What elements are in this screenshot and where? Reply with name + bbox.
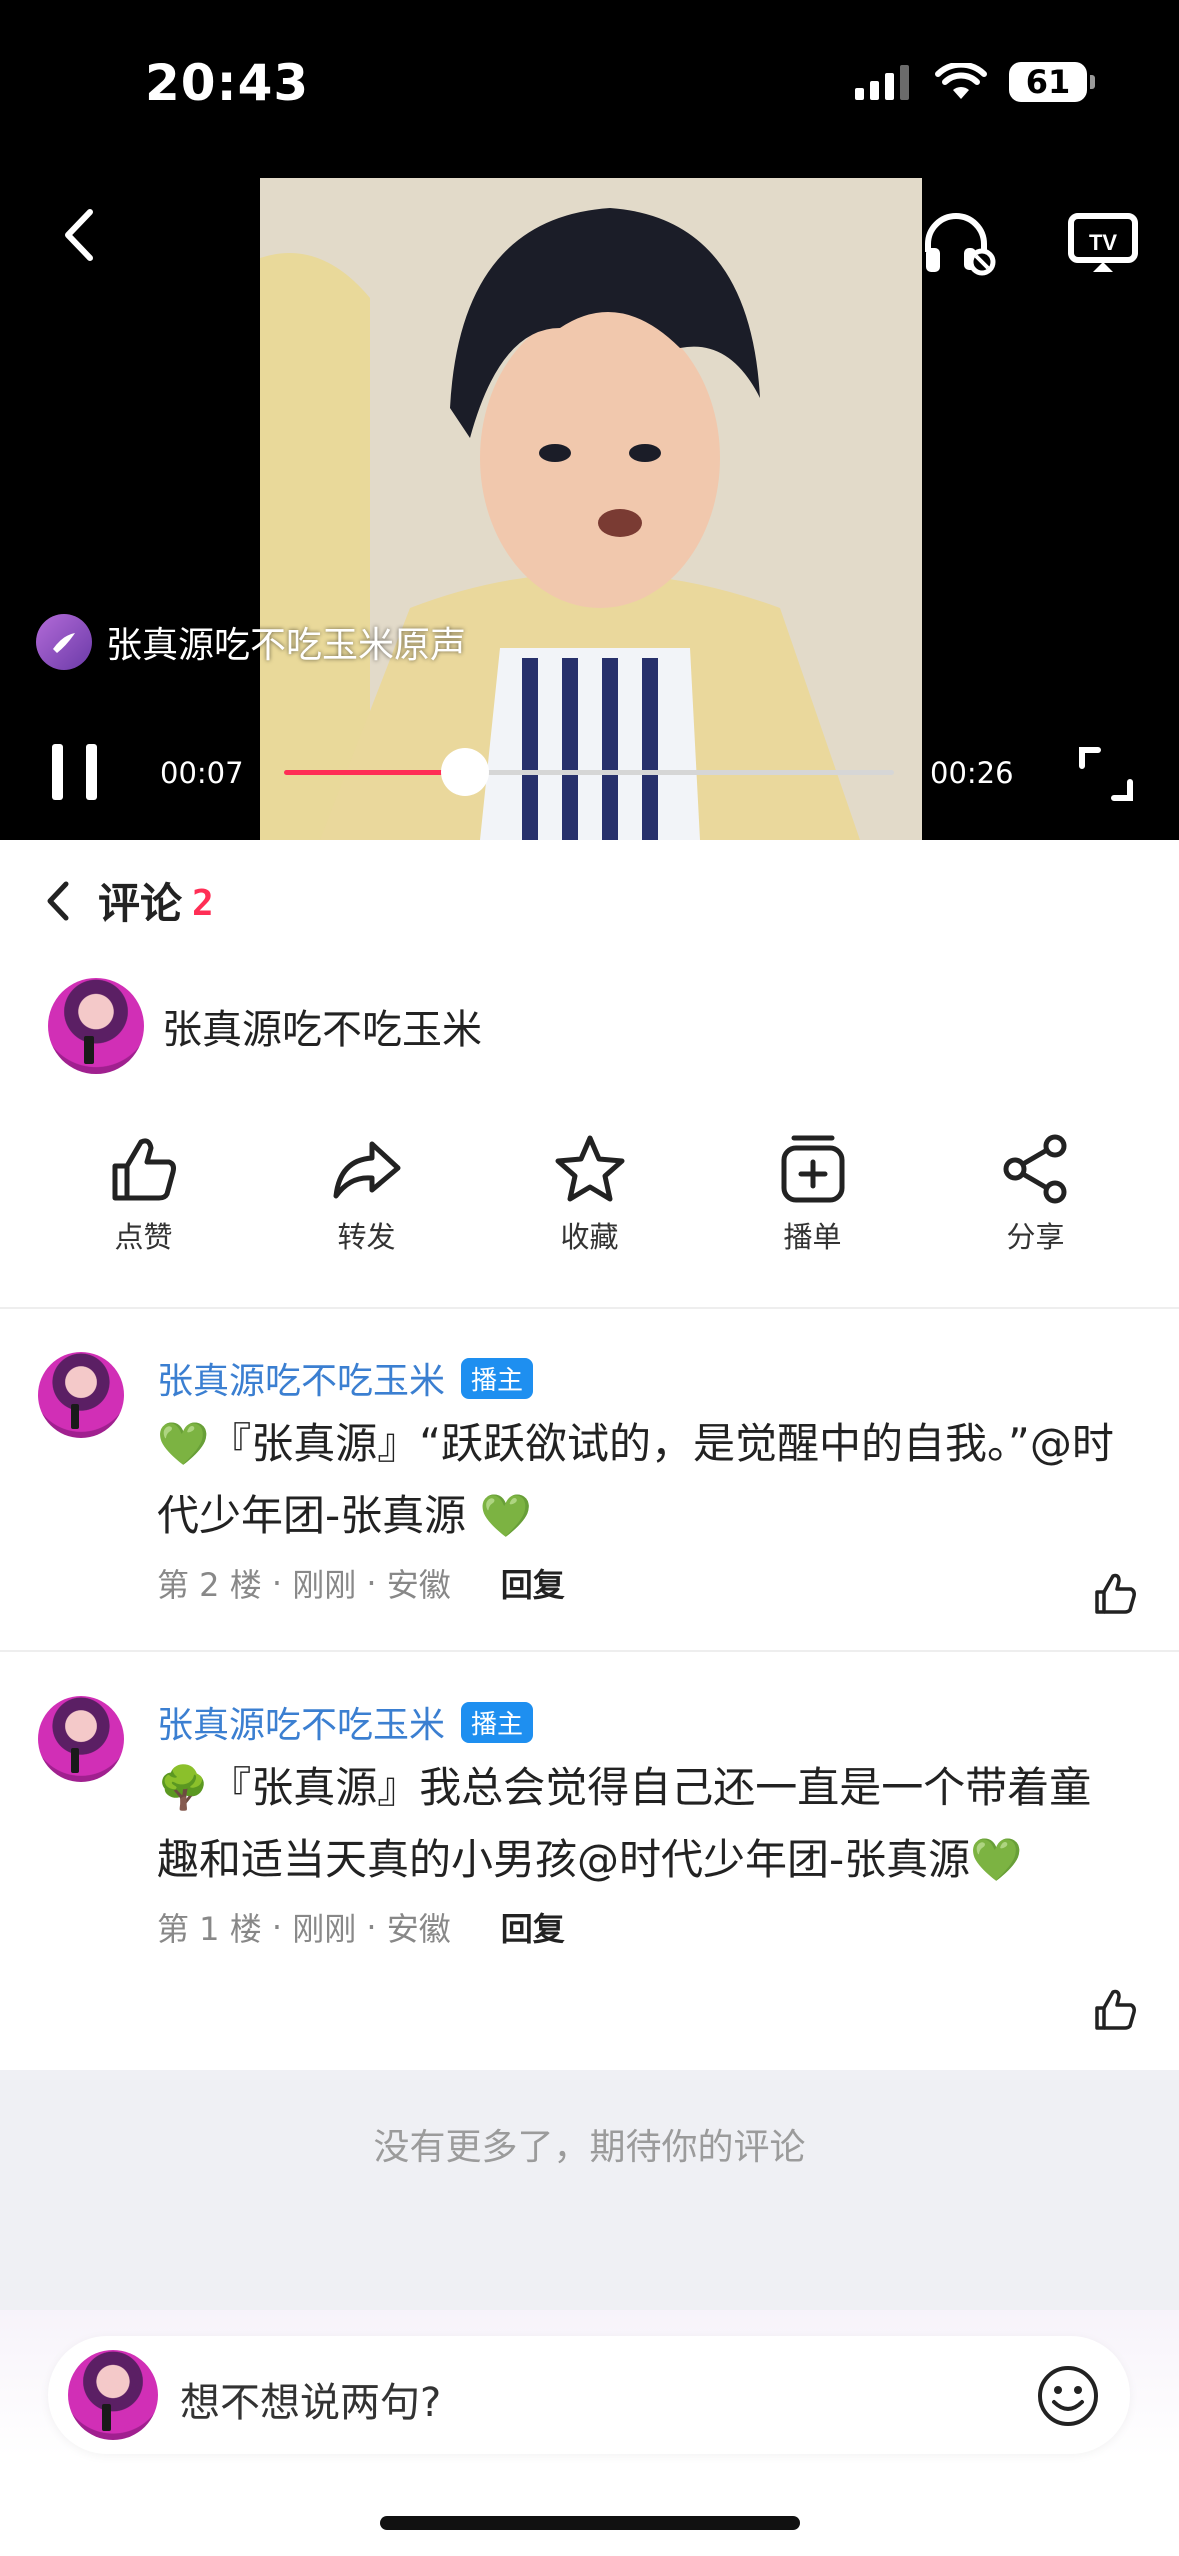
current-time: 00:07 [160,756,244,790]
comment-author[interactable]: 张真源吃不吃玉米 [157,1352,445,1404]
comment-author[interactable]: 张真源吃不吃玉米 [157,1696,445,1748]
meta-separator: · [261,1908,293,1946]
tv-cast-icon[interactable]: TV [1065,210,1141,276]
video-player[interactable]: 20:43 61 TV 张真源吃不吃玉米原声 00:07 00:26 [0,0,1179,840]
share-action[interactable]: 分享 [924,1130,1147,1256]
comment-body: 张真源吃不吃玉米 播主 💚『张真源』“跃跃欲试的，是觉醒中的自我。”@时代少年团… [157,1352,1132,1606]
pause-icon[interactable] [48,742,102,802]
home-indicator [380,2516,800,2530]
comment-input-placeholder[interactable]: 想不想说两句? [180,2370,441,2428]
audio-mode-icon[interactable] [920,210,996,276]
sound-note-icon [53,633,75,653]
playlist-action[interactable]: 播单 [701,1130,924,1256]
section-divider [0,1307,1179,1309]
author-row[interactable]: 张真源吃不吃玉米 [48,978,482,1074]
status-time: 20:43 [145,54,310,112]
my-avatar [68,2350,158,2440]
no-more-text: 没有更多了，期待你的评论 [373,2127,806,2168]
comment-body: 张真源吃不吃玉米 播主 🌳『张真源』我总会觉得自己还一直是一个带着童趣和适当天真… [157,1696,1132,1950]
progress-bar[interactable] [284,748,894,796]
comments-count: 2 [192,883,214,924]
comment-divider [0,1650,1179,1652]
progress-fill [284,770,465,775]
comment-name-row: 张真源吃不吃玉米 播主 [157,1352,1132,1404]
video-still [260,178,922,840]
favorite-action[interactable]: 收藏 [478,1130,701,1256]
author-name[interactable]: 张真源吃不吃玉米 [162,997,482,1055]
comment-meta: 第 1 楼 · 刚刚 · 安徽 回复 [157,1904,1132,1950]
comment-floor: 第 1 楼 [157,1910,262,1948]
playlist-label: 播单 [783,1220,842,1254]
total-time: 00:26 [930,756,1014,790]
share-icon [1003,1134,1066,1204]
comment-time: 刚刚 [292,1566,357,1604]
battery-indicator: 61 [1009,62,1095,102]
author-avatar[interactable] [48,978,144,1074]
wifi-icon [935,63,987,99]
svg-text:TV: TV [1089,230,1117,255]
comment-name-row: 张真源吃不吃玉米 播主 [157,1696,1132,1748]
meta-separator: · [356,1908,387,1946]
no-more-area [0,2070,1179,2310]
sound-title: 张真源吃不吃玉米原声 [106,625,467,666]
thumb-up-icon [112,1138,176,1201]
favorite-label: 收藏 [560,1220,619,1254]
emoji-icon[interactable] [1036,2364,1100,2428]
comment-time: 刚刚 [292,1910,357,1948]
status-icons: 61 [855,62,1095,102]
original-sound-tag[interactable]: 张真源吃不吃玉米原声 [36,614,466,670]
forward-action[interactable]: 转发 [255,1130,478,1256]
comment-avatar[interactable] [38,1352,124,1438]
sound-avatar [36,614,92,670]
creator-badge: 播主 [461,1357,534,1399]
like-action[interactable]: 点赞 [32,1130,255,1256]
comment-text: 💚『张真源』“跃跃欲试的，是觉醒中的自我。”@时代少年团-张真源 💚 [157,1419,1114,1540]
comment-input[interactable]: 想不想说两句? [48,2336,1130,2454]
comment-floor: 第 2 楼 [157,1566,262,1604]
reply-button[interactable]: 回复 [501,1904,565,1950]
action-bar: 点赞 转发 收藏 播单 分享 [0,1130,1179,1256]
video-frame[interactable] [260,178,922,840]
forward-label: 转发 [337,1220,396,1254]
comment-like-icon[interactable] [1091,1986,1139,2034]
comment-location: 安徽 [386,1566,451,1604]
comment-avatar[interactable] [38,1696,124,1782]
reply-button[interactable]: 回复 [501,1560,565,1606]
share-label: 分享 [1006,1220,1065,1254]
comment-like-icon[interactable] [1091,1570,1139,1618]
comments-header: 评论 2 [40,870,214,931]
signal-icon [855,65,909,100]
comment-location: 安徽 [386,1910,451,1948]
back-arrow-icon[interactable] [50,200,110,270]
creator-badge: 播主 [461,1701,534,1743]
meta-separator: · [356,1564,387,1602]
playlist-add-icon [781,1135,844,1203]
like-label: 点赞 [114,1220,173,1254]
comment-meta: 第 2 楼 · 刚刚 · 安徽 回复 [157,1560,1132,1606]
progress-thumb[interactable] [440,748,489,796]
forward-icon [333,1141,400,1199]
comment-text: 🌳『张真源』我总会觉得自己还一直是一个带着童趣和适当天真的小男孩@时代少年团-张… [157,1763,1092,1884]
star-icon [555,1135,624,1202]
chevron-left-icon[interactable] [40,876,76,926]
comments-title: 评论 [98,879,183,928]
fullscreen-icon[interactable] [1076,744,1136,804]
meta-separator: · [261,1564,293,1602]
